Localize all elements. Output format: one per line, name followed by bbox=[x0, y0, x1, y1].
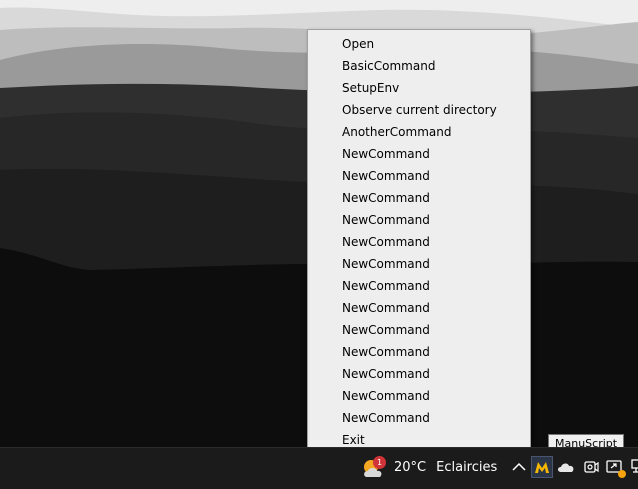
menu-item-newcommand[interactable]: NewCommand bbox=[308, 209, 530, 231]
menu-item-newcommand[interactable]: NewCommand bbox=[308, 165, 530, 187]
network-icon[interactable] bbox=[627, 457, 638, 477]
screen-share-icon[interactable] bbox=[604, 457, 626, 478]
onedrive-cloud-icon[interactable] bbox=[556, 457, 576, 477]
tray-context-menu: Open BasicCommand SetupEnv Observe curre… bbox=[307, 29, 531, 453]
weather-condition: Eclaircies bbox=[436, 460, 498, 475]
menu-item-newcommand[interactable]: NewCommand bbox=[308, 253, 530, 275]
menu-item-newcommand[interactable]: NewCommand bbox=[308, 319, 530, 341]
weather-sun-cloud-icon: 1 bbox=[361, 455, 387, 480]
weather-widget[interactable]: 1 20°C Eclaircies bbox=[361, 448, 497, 487]
manuscript-icon[interactable] bbox=[531, 456, 553, 478]
menu-item-newcommand[interactable]: NewCommand bbox=[308, 143, 530, 165]
menu-item-newcommand[interactable]: NewCommand bbox=[308, 385, 530, 407]
weather-alert-badge: 1 bbox=[373, 455, 386, 469]
menu-item-open[interactable]: Open bbox=[308, 33, 530, 55]
taskbar: 1 20°C Eclaircies bbox=[0, 447, 638, 489]
menu-item-newcommand[interactable]: NewCommand bbox=[308, 275, 530, 297]
menu-item-newcommand[interactable]: NewCommand bbox=[308, 407, 530, 429]
menu-item-observe-current-directory[interactable]: Observe current directory bbox=[308, 99, 530, 121]
camera-icon[interactable] bbox=[581, 457, 601, 477]
menu-item-basiccommand[interactable]: BasicCommand bbox=[308, 55, 530, 77]
menu-item-newcommand[interactable]: NewCommand bbox=[308, 363, 530, 385]
status-dot bbox=[618, 470, 626, 478]
menu-item-newcommand[interactable]: NewCommand bbox=[308, 231, 530, 253]
menu-item-newcommand[interactable]: NewCommand bbox=[308, 297, 530, 319]
menu-item-newcommand[interactable]: NewCommand bbox=[308, 187, 530, 209]
chevron-up-icon[interactable] bbox=[509, 457, 529, 477]
weather-temperature: 20°C bbox=[394, 460, 427, 475]
menu-item-anothercommand[interactable]: AnotherCommand bbox=[308, 121, 530, 143]
menu-item-newcommand[interactable]: NewCommand bbox=[308, 341, 530, 363]
menu-item-setupenv[interactable]: SetupEnv bbox=[308, 77, 530, 99]
